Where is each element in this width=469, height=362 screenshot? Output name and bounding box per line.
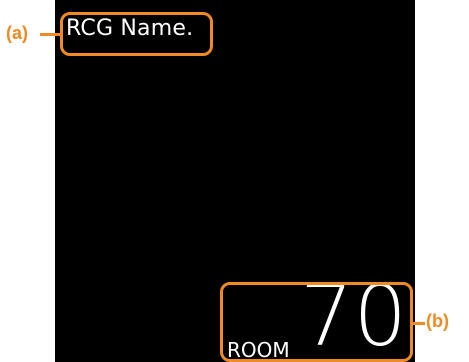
callout-a-label: (a) — [6, 23, 28, 43]
callout-a-highlight — [60, 12, 213, 56]
callout-b-highlight — [220, 282, 413, 362]
callout-b-label: (b) — [426, 311, 449, 331]
callout-b-connector — [413, 322, 425, 325]
callout-a-connector — [40, 33, 61, 36]
